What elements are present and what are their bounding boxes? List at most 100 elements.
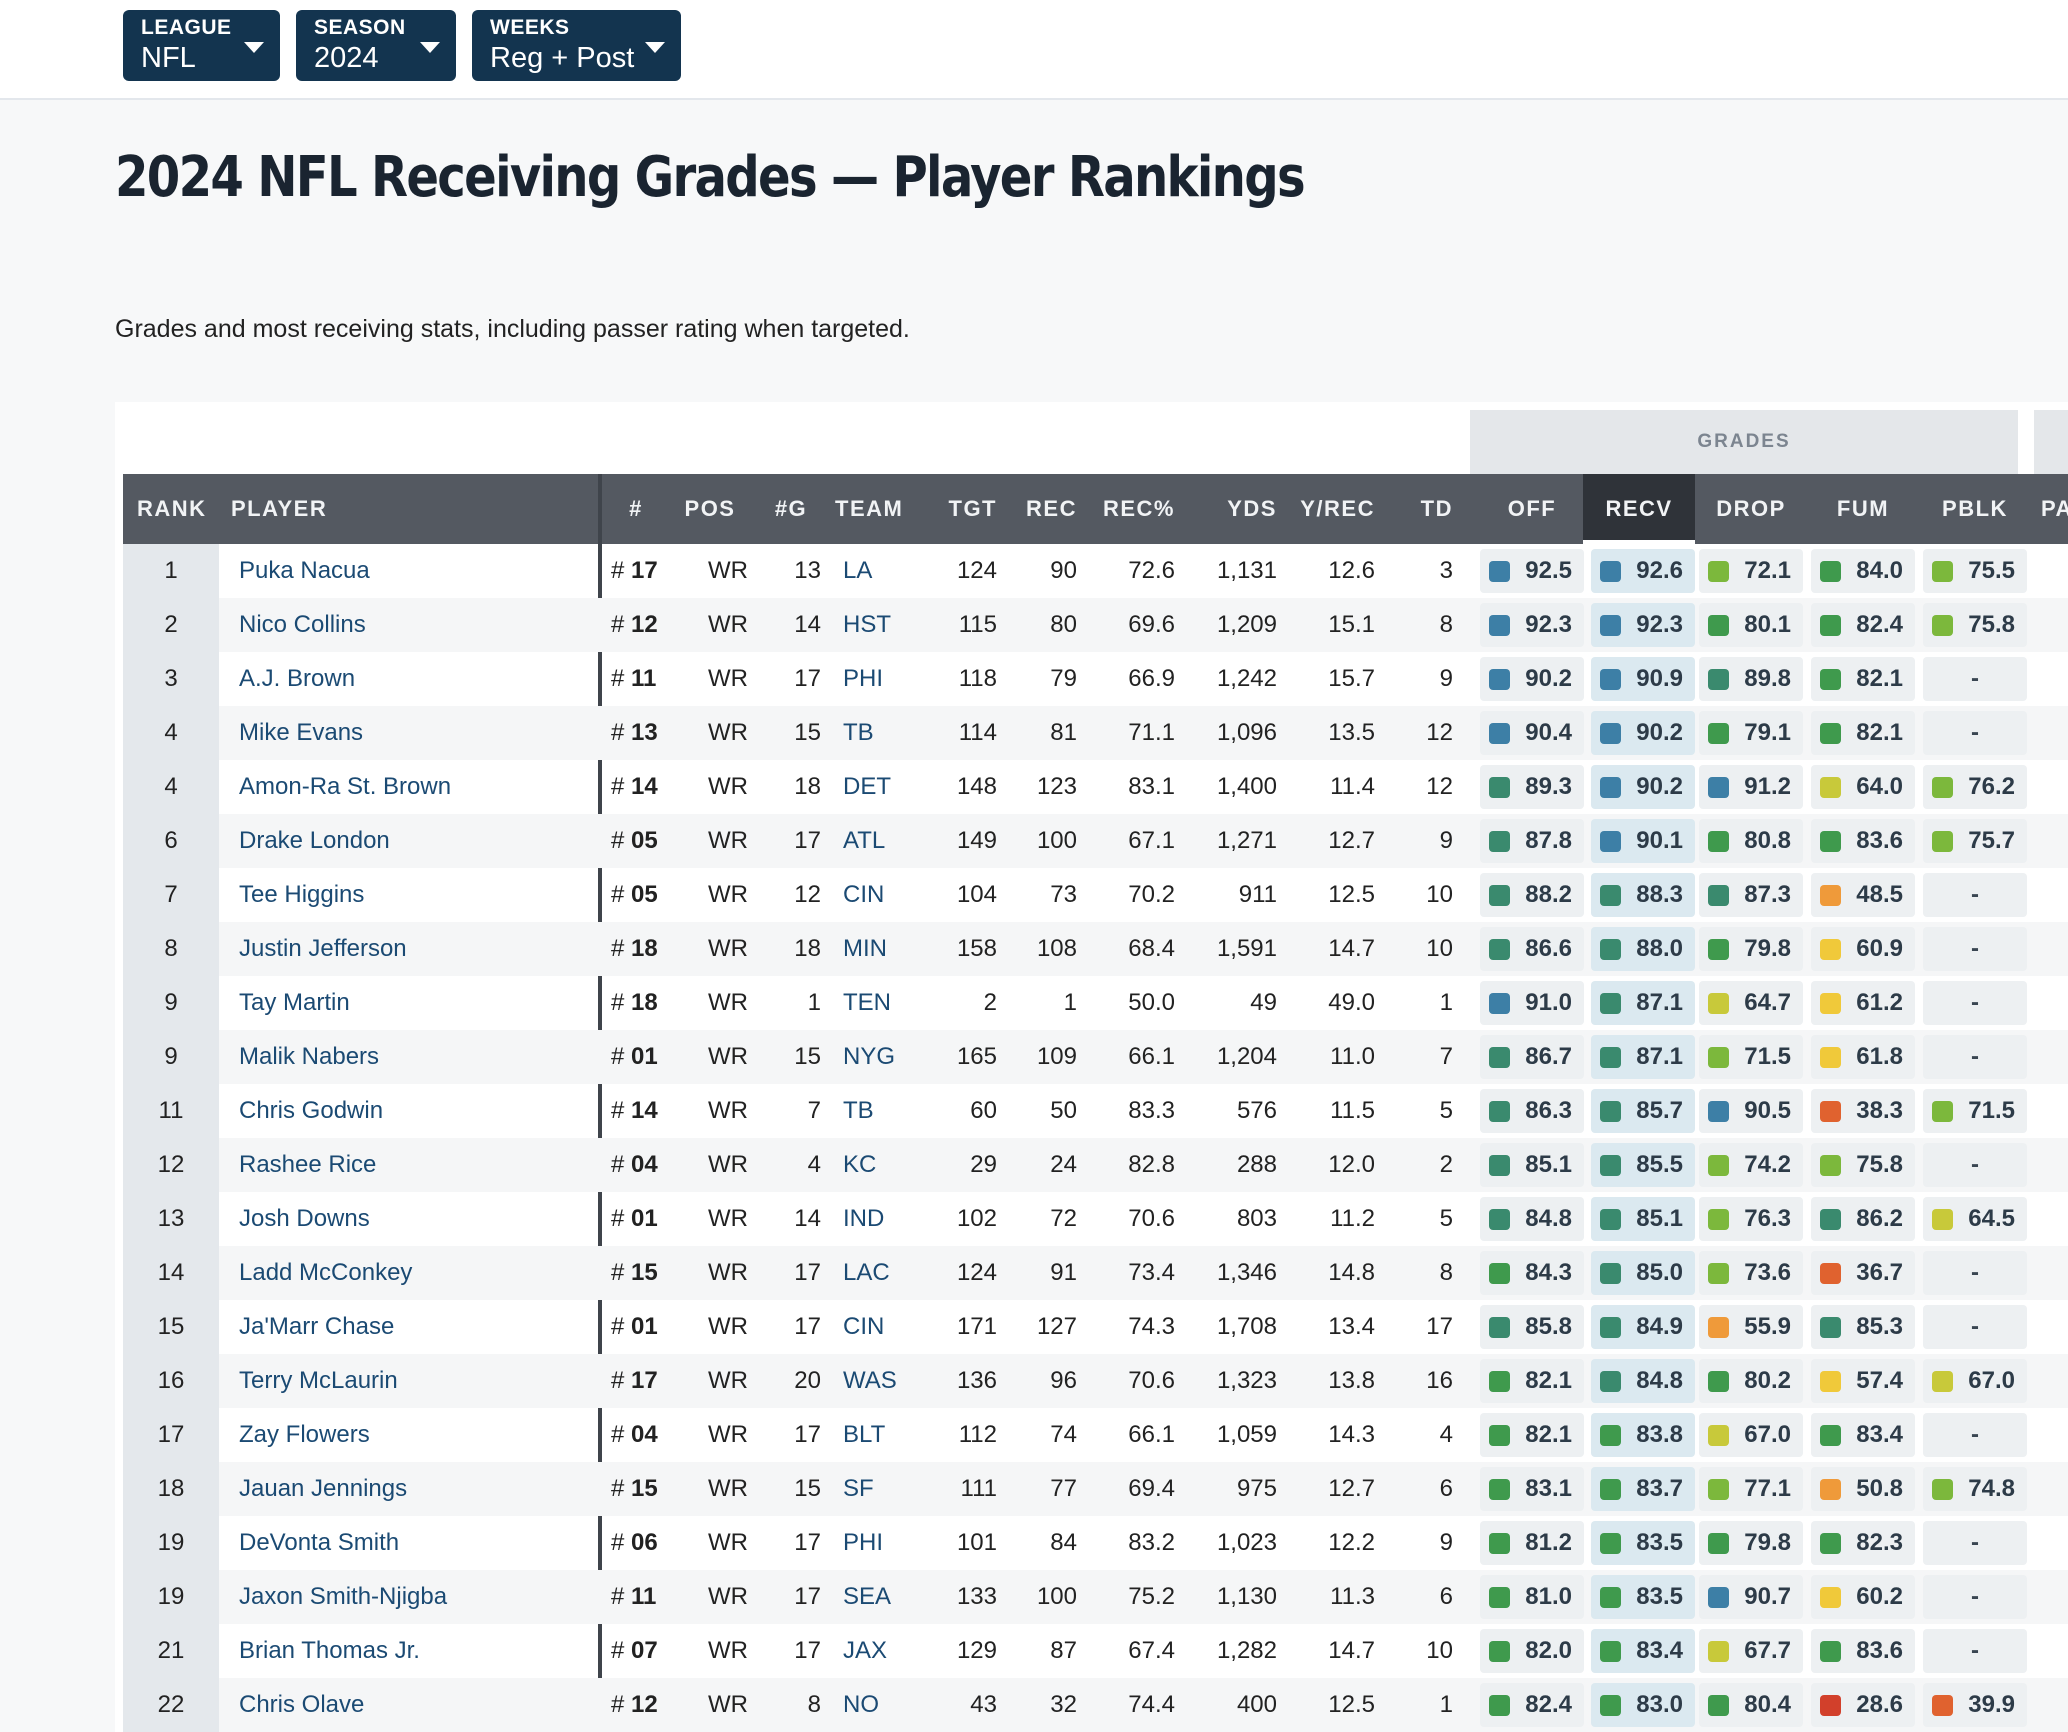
player-name-link[interactable]: Ja'Marr Chase — [239, 1300, 579, 1354]
column-header-td[interactable]: TD — [1383, 474, 1453, 544]
table-row[interactable]: 13 Josh Downs # 01 WR 14 IND 102 72 70.6 803 11.2 5… — [123, 1192, 2068, 1246]
column-header-fum[interactable]: FUM — [1809, 474, 1917, 544]
table-row[interactable]: 14 Ladd McConkey # 15 WR 17 LAC 124 91 73.4 1,346… — [123, 1246, 2068, 1300]
column-header-pos[interactable]: POS — [675, 474, 745, 544]
player-name-link[interactable]: Josh Downs — [239, 1192, 579, 1246]
team-link[interactable]: MIN — [843, 922, 887, 976]
grade-value: 90.2 — [1636, 773, 1683, 800]
team-link[interactable]: SF — [843, 1462, 874, 1516]
player-name-link[interactable]: Malik Nabers — [239, 1030, 579, 1084]
team-link[interactable]: ATL — [843, 814, 885, 868]
targets-cell: 111 — [960, 1475, 997, 1502]
column-header-drop[interactable]: DROP — [1697, 474, 1805, 544]
column-header-recv[interactable]: RECV — [1583, 474, 1695, 544]
column-header-[interactable]: # — [611, 474, 661, 544]
team-link[interactable]: TEN — [843, 976, 891, 1030]
team-link[interactable]: NO — [843, 1678, 879, 1732]
table-row[interactable]: 15 Ja'Marr Chase # 01 WR 17 CIN 171 127 74.3 1,70… — [123, 1300, 2068, 1354]
column-header-rank[interactable]: RANK — [137, 474, 217, 544]
column-header-tgt[interactable]: TGT — [923, 474, 997, 544]
weeks-dropdown[interactable]: WEEKS Reg + Post — [472, 10, 681, 81]
player-name-link[interactable]: Chris Godwin — [239, 1084, 579, 1138]
grade-drop: 74.2 — [1699, 1143, 1803, 1187]
jersey-hash: # — [611, 1313, 632, 1340]
player-name-link[interactable]: Puka Nacua — [239, 544, 579, 598]
team-link[interactable]: TB — [843, 1084, 874, 1138]
column-header-pblk[interactable]: PBLK — [1921, 474, 2029, 544]
table-row[interactable]: 4 Amon-Ra St. Brown # 14 WR 18 DET 148 123 83.1 1… — [123, 760, 2068, 814]
team-link[interactable]: TB — [843, 706, 874, 760]
grade-value: 87.3 — [1744, 881, 1791, 908]
table-row[interactable]: 2 Nico Collins # 12 WR 14 HST 115 80 69.6 1,209 15… — [123, 598, 2068, 652]
table-row[interactable]: 16 Terry McLaurin # 17 WR 20 WAS 136 96 70.6 1,32… — [123, 1354, 2068, 1408]
team-link[interactable]: IND — [843, 1192, 884, 1246]
column-header-off[interactable]: OFF — [1478, 474, 1586, 544]
table-row[interactable]: 21 Brian Thomas Jr. # 07 WR 17 JAX 129 87 67.4 1,… — [123, 1624, 2068, 1678]
player-name-link[interactable]: Amon-Ra St. Brown — [239, 760, 579, 814]
team-link[interactable]: NYG — [843, 1030, 895, 1084]
table-row[interactable]: 9 Tay Martin # 18 WR 1 TEN 2 1 50.0 49 49.0 1 91.0 87… — [123, 976, 2068, 1030]
column-header-player[interactable]: PLAYER — [231, 474, 431, 544]
team-link[interactable]: HST — [843, 598, 891, 652]
table-row[interactable]: 4 Mike Evans # 13 WR 15 TB 114 81 71.1 1,096 13.5 1… — [123, 706, 2068, 760]
column-header-rec[interactable]: REC% — [1085, 474, 1175, 544]
player-name-link[interactable]: Terry McLaurin — [239, 1354, 579, 1408]
player-name-link[interactable]: Tee Higgins — [239, 868, 579, 922]
table-row[interactable]: 7 Tee Higgins # 05 WR 12 CIN 104 73 70.2 911 12.5 1… — [123, 868, 2068, 922]
table-row[interactable]: 19 DeVonta Smith # 06 WR 17 PHI 101 84 83.2 1,023… — [123, 1516, 2068, 1570]
player-name-link[interactable]: Jauan Jennings — [239, 1462, 579, 1516]
player-name-link[interactable]: Zay Flowers — [239, 1408, 579, 1462]
grade-fum: 61.2 — [1811, 981, 1915, 1025]
player-name-link[interactable]: Jaxon Smith-Njigba — [239, 1570, 579, 1624]
team-link[interactable]: SEA — [843, 1570, 891, 1624]
player-name-link[interactable]: Drake London — [239, 814, 579, 868]
table-row[interactable]: 19 Jaxon Smith-Njigba # 11 WR 17 SEA 133 100 75.… — [123, 1570, 2068, 1624]
team-link[interactable]: WAS — [843, 1354, 897, 1408]
team-link[interactable]: KC — [843, 1138, 876, 1192]
column-header-y-rec[interactable]: Y/REC — [1283, 474, 1375, 544]
player-name-link[interactable]: Tay Martin — [239, 976, 579, 1030]
grade-color-swatch — [1708, 885, 1729, 906]
team-link[interactable]: LA — [843, 544, 872, 598]
season-dropdown[interactable]: SEASON 2024 — [296, 10, 456, 81]
touchdowns-cell: 16 — [1426, 1367, 1453, 1394]
table-row[interactable]: 17 Zay Flowers # 04 WR 17 BLT 112 74 66.1 1,059 14… — [123, 1408, 2068, 1462]
team-link[interactable]: BLT — [843, 1408, 885, 1462]
table-row[interactable]: 3 A.J. Brown # 11 WR 17 PHI 118 79 66.9 1,242 15.7… — [123, 652, 2068, 706]
column-header-yds[interactable]: YDS — [1183, 474, 1277, 544]
team-link[interactable]: PHI — [843, 652, 883, 706]
jersey-number-value: 14 — [631, 773, 658, 800]
jersey-number: # 11 — [611, 652, 656, 706]
team-link[interactable]: CIN — [843, 868, 884, 922]
column-header-g[interactable]: #G — [761, 474, 821, 544]
table-row[interactable]: 18 Jauan Jennings # 15 WR 15 SF 111 77 69.4 975 12… — [123, 1462, 2068, 1516]
table-row[interactable]: 22 Chris Olave # 12 WR 8 NO 43 32 74.4 400 12.5 1 82… — [123, 1678, 2068, 1732]
table-row[interactable]: 11 Chris Godwin # 14 WR 7 TB 60 50 83.3 576 11.5 5 8… — [123, 1084, 2068, 1138]
league-dropdown[interactable]: LEAGUE NFL — [123, 10, 280, 81]
player-name-link[interactable]: Brian Thomas Jr. — [239, 1624, 579, 1678]
player-name-link[interactable]: Rashee Rice — [239, 1138, 579, 1192]
table-row[interactable]: 9 Malik Nabers # 01 WR 15 NYG 165 109 66.1 1,204 1… — [123, 1030, 2068, 1084]
table-row[interactable]: 12 Rashee Rice # 04 WR 4 KC 29 24 82.8 288 12.0 2 85… — [123, 1138, 2068, 1192]
player-name-link[interactable]: Justin Jefferson — [239, 922, 579, 976]
grade-pblk: 67.0 — [1923, 1359, 2027, 1403]
player-name-link[interactable]: DeVonta Smith — [239, 1516, 579, 1570]
grade-fum: 38.3 — [1811, 1089, 1915, 1133]
player-name-link[interactable]: Mike Evans — [239, 706, 579, 760]
player-name-link[interactable]: Ladd McConkey — [239, 1246, 579, 1300]
grade-recv: 87.1 — [1591, 1035, 1695, 1079]
column-header-team[interactable]: TEAM — [835, 474, 925, 544]
team-link[interactable]: PHI — [843, 1516, 883, 1570]
player-name-link[interactable]: Chris Olave — [239, 1678, 579, 1732]
team-link[interactable]: LAC — [843, 1246, 890, 1300]
team-link[interactable]: JAX — [843, 1624, 887, 1678]
table-row[interactable]: 6 Drake London # 05 WR 17 ATL 149 100 67.1 1,271 1… — [123, 814, 2068, 868]
team-link[interactable]: CIN — [843, 1300, 884, 1354]
team-link[interactable]: DET — [843, 760, 891, 814]
table-row[interactable]: 1 Puka Nacua # 17 WR 13 LA 124 90 72.6 1,131 12.6 3… — [123, 544, 2068, 598]
table-row[interactable]: 8 Justin Jefferson # 18 WR 18 MIN 158 108 68.4 1,… — [123, 922, 2068, 976]
column-header-pa[interactable]: PA — [2041, 474, 2068, 544]
player-name-link[interactable]: A.J. Brown — [239, 652, 579, 706]
player-name-link[interactable]: Nico Collins — [239, 598, 579, 652]
column-header-rec[interactable]: REC — [1003, 474, 1077, 544]
